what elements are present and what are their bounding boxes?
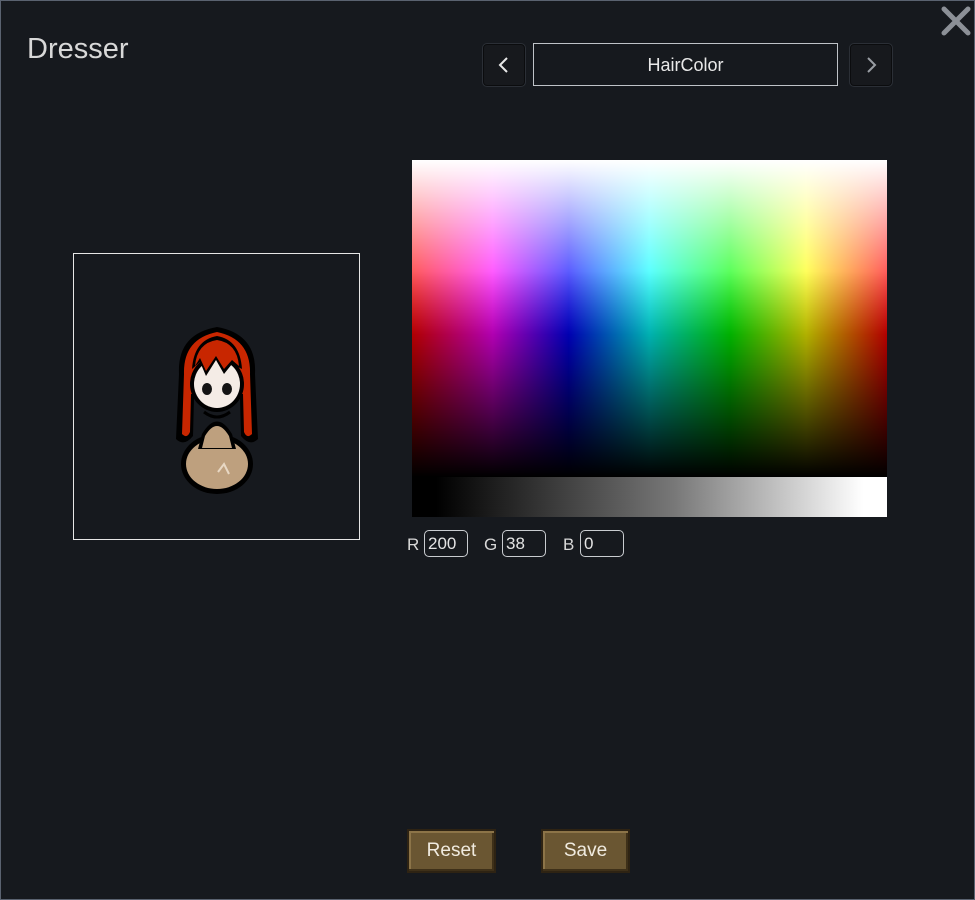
b-input[interactable] [580,530,624,557]
next-category-button[interactable] [849,43,893,87]
b-label: B [563,535,575,554]
brightness-slider[interactable] [412,477,887,517]
prev-category-button[interactable] [482,43,526,87]
window-title: Dresser [27,33,129,65]
close-icon[interactable] [940,5,972,37]
g-input[interactable] [502,530,546,557]
r-input[interactable] [424,530,468,557]
reset-button[interactable]: Reset [407,829,496,873]
chevron-left-icon [498,57,508,73]
category-label: HairColor [533,43,838,86]
character-preview [73,253,360,540]
dresser-window: Dresser HairColor R 200 G 38 B 0 Reset S… [0,0,975,900]
g-label: G [484,535,498,554]
hue-saturation-picker[interactable] [412,160,887,477]
character-avatar [176,327,258,494]
r-label: R [407,535,420,554]
chevron-right-icon [867,57,877,73]
save-button[interactable]: Save [541,829,630,873]
